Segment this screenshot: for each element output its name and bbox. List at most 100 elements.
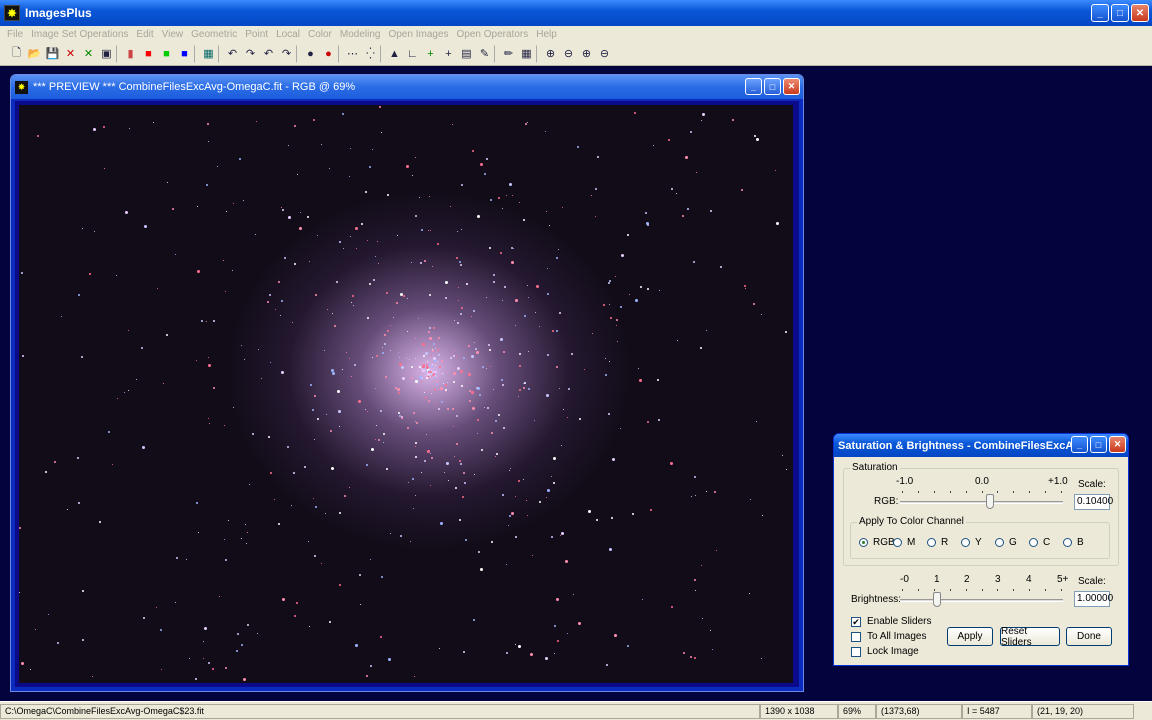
menu-open-operators[interactable]: Open Operators — [453, 29, 533, 40]
brightness-scale-input[interactable]: 1.00000 — [1074, 591, 1113, 607]
channel-radio-y[interactable]: Y — [961, 537, 982, 548]
paint-icon[interactable]: ✎ — [476, 45, 493, 62]
menu-local[interactable]: Local — [272, 29, 304, 40]
preview-maximize-button[interactable]: □ — [764, 78, 781, 95]
star — [207, 356, 209, 358]
checkbox-lock-image[interactable]: Lock Image — [851, 646, 919, 657]
pencil-icon[interactable]: ✏ — [500, 45, 517, 62]
menu-edit[interactable]: Edit — [132, 29, 157, 40]
table-icon[interactable]: ▦ — [518, 45, 535, 62]
checkbox-enable-sliders[interactable]: ✔ Enable Sliders — [851, 616, 931, 627]
star — [433, 377, 435, 379]
close-button[interactable]: ✕ — [1131, 4, 1149, 22]
checkbox-box[interactable] — [851, 631, 861, 642]
apply-button[interactable]: Apply — [947, 627, 993, 646]
dialog-titlebar[interactable]: Saturation & Brightness - CombineFilesEx… — [834, 434, 1128, 457]
checkbox-box[interactable]: ✔ — [851, 616, 861, 627]
save-icon[interactable]: 💾 — [44, 45, 61, 62]
dialog-title: Saturation & Brightness - CombineFilesEx… — [838, 439, 1088, 452]
star — [525, 123, 528, 126]
zoom-fit-icon[interactable]: ⊕ — [578, 45, 595, 62]
redo-all-icon[interactable]: ↷ — [278, 45, 295, 62]
zoom-in-icon[interactable]: ⊕ — [542, 45, 559, 62]
new-icon[interactable]: 🗋 — [8, 45, 25, 62]
brightness-slider-thumb[interactable] — [932, 592, 941, 607]
star — [112, 464, 114, 466]
histogram-icon[interactable]: ▲ — [386, 45, 403, 62]
calculator-icon[interactable]: ▤ — [458, 45, 475, 62]
minimize-button[interactable]: _ — [1091, 4, 1109, 22]
menu-color[interactable]: Color — [304, 29, 336, 40]
zoom-actual-icon[interactable]: ⊖ — [596, 45, 613, 62]
menu-modeling[interactable]: Modeling — [336, 29, 385, 40]
crosshair-green-icon[interactable]: + — [422, 45, 439, 62]
channel-radio-m[interactable]: M — [893, 537, 915, 548]
preview-titlebar[interactable]: ✸ *** PREVIEW *** CombineFilesExcAvg-Ome… — [11, 75, 803, 99]
checkbox-to-all-images[interactable]: To All Images — [851, 631, 926, 642]
saturation-slider-track[interactable] — [900, 501, 1063, 504]
radio-dot[interactable] — [859, 538, 868, 547]
maximize-button[interactable]: □ — [1111, 4, 1129, 22]
radio-dot[interactable] — [927, 538, 936, 547]
menu-image-set-operations[interactable]: Image Set Operations — [27, 29, 132, 40]
zoom-out-icon[interactable]: ⊖ — [560, 45, 577, 62]
close-green-icon[interactable]: ✕ — [80, 45, 97, 62]
dialog-minimize-button[interactable]: _ — [1071, 436, 1088, 453]
open-icon[interactable]: 📂 — [26, 45, 43, 62]
grid-icon[interactable]: ▦ — [200, 45, 217, 62]
radio-dot[interactable] — [995, 538, 1004, 547]
green-channel-icon[interactable]: ■ — [158, 45, 175, 62]
radio-dot[interactable] — [893, 538, 902, 547]
star — [591, 194, 592, 196]
menu-open-images[interactable]: Open Images — [384, 29, 452, 40]
undo-all-icon[interactable]: ↶ — [260, 45, 277, 62]
close-red-icon[interactable]: ✕ — [62, 45, 79, 62]
star — [299, 227, 303, 231]
channel-radio-g[interactable]: G — [995, 537, 1017, 548]
circle-red-icon[interactable]: ● — [320, 45, 337, 62]
blue-channel-icon[interactable]: ■ — [176, 45, 193, 62]
red-channel-icon[interactable]: ■ — [140, 45, 157, 62]
channel-radio-b[interactable]: B — [1063, 537, 1084, 548]
radio-dot[interactable] — [1029, 538, 1038, 547]
scatter-icon[interactable]: ⁛ — [362, 45, 379, 62]
astro-image[interactable] — [19, 105, 793, 683]
star — [313, 497, 315, 499]
radio-dot[interactable] — [961, 538, 970, 547]
circle-select-icon[interactable]: ● — [302, 45, 319, 62]
menu-point[interactable]: Point — [241, 29, 272, 40]
star — [382, 347, 383, 349]
undo-icon[interactable]: ↶ — [224, 45, 241, 62]
star — [577, 622, 581, 626]
saturation-slider-thumb[interactable] — [985, 494, 994, 509]
curve-icon[interactable]: ∟ — [404, 45, 421, 62]
checkbox-box[interactable] — [851, 646, 861, 657]
channel-radio-c[interactable]: C — [1029, 537, 1050, 548]
preview-window[interactable]: ✸ *** PREVIEW *** CombineFilesExcAvg-Ome… — [10, 74, 804, 692]
star — [631, 513, 634, 516]
saturation-scale-input[interactable]: 0.10400 — [1074, 494, 1113, 510]
reset-sliders-button[interactable]: Reset Sliders — [1000, 626, 1060, 648]
menu-geometric[interactable]: Geometric — [187, 29, 241, 40]
dialog-maximize-button[interactable]: □ — [1090, 436, 1107, 453]
brightness-slider-track[interactable] — [900, 599, 1063, 602]
copy-icon[interactable]: ▣ — [98, 45, 115, 62]
dialog-close-button[interactable]: ✕ — [1109, 436, 1126, 453]
dots-icon[interactable]: ⋯ — [344, 45, 361, 62]
preview-close-button[interactable]: ✕ — [783, 78, 800, 95]
menu-file[interactable]: File — [3, 29, 27, 40]
radio-dot[interactable] — [1063, 538, 1072, 547]
saturation-brightness-dialog[interactable]: Saturation & Brightness - CombineFilesEx… — [833, 433, 1129, 666]
menu-help[interactable]: Help — [532, 29, 561, 40]
channel-radio-r[interactable]: R — [927, 537, 948, 548]
star — [506, 652, 509, 655]
star — [415, 157, 417, 159]
preview-minimize-button[interactable]: _ — [745, 78, 762, 95]
done-button[interactable]: Done — [1066, 627, 1112, 646]
star — [401, 376, 405, 380]
channel-radio-rgb[interactable]: RGB — [859, 537, 895, 548]
rgb-channel-icon[interactable]: ▮ — [122, 45, 139, 62]
crosshair-icon[interactable]: + — [440, 45, 457, 62]
menu-view[interactable]: View — [158, 29, 188, 40]
redo-icon[interactable]: ↷ — [242, 45, 259, 62]
